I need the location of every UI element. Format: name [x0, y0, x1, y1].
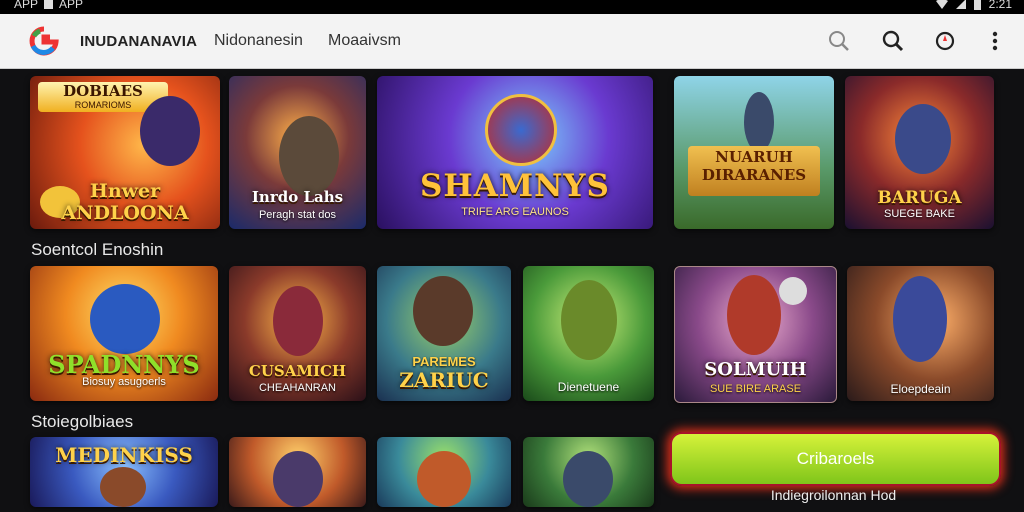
card-subtitle: PAREMES [412, 354, 476, 369]
card-subtitle: SUEGE BAKE [884, 208, 955, 220]
card-subtitle: SUE BIRE ARASE [709, 383, 802, 395]
card-title: Eloepdeain [890, 382, 951, 396]
card-title: SHAMNYS [420, 168, 610, 204]
game-card[interactable]: CUSAMICH CHEAHANRAN [229, 266, 366, 401]
card-subtitle: Peragh stat dos [258, 209, 337, 221]
game-card[interactable]: DOBIAES ROMARIOMS Hnwer ANDLOONA [30, 76, 220, 229]
character-art [561, 280, 617, 360]
game-card[interactable]: MEDINKISS [30, 437, 218, 507]
character-art [90, 284, 160, 354]
character-art [140, 96, 200, 166]
card-title: CUSAMICH [248, 362, 347, 380]
character-art [727, 275, 781, 355]
cta-caption: Indiegroilonnan Hod [770, 487, 897, 503]
character-art [100, 467, 146, 507]
game-card[interactable] [377, 437, 511, 507]
game-card[interactable]: BARUGA SUEGE BAKE [845, 76, 994, 229]
signal-icon [955, 0, 966, 9]
card-title: MEDINKISS [55, 443, 193, 467]
game-card[interactable]: Eloepdeain [847, 266, 994, 401]
ball-art [779, 277, 807, 305]
game-card[interactable]: Dienetuene [523, 266, 654, 401]
search-icon[interactable] [826, 28, 852, 54]
status-bar: APP APP 2:21 [0, 0, 1024, 14]
card-title: Hnwer ANDLOONA [61, 180, 189, 224]
card-title: SOLMUIH [704, 359, 807, 380]
character-art [895, 104, 951, 174]
wifi-icon [935, 0, 948, 9]
notification-icon [44, 0, 54, 9]
compass-icon[interactable] [932, 28, 958, 54]
game-card[interactable]: PAREMES ZARIUC [377, 266, 511, 401]
game-card[interactable]: SOLMUIH SUE BIRE ARASE [674, 266, 837, 403]
card-subtitle: TRIFE ARG EAUNOS [461, 206, 569, 218]
character-art [273, 451, 323, 507]
search-icon-2[interactable] [880, 28, 906, 54]
card-title: SPADNNYS [48, 350, 200, 379]
tab-first[interactable]: Nidonanesin [214, 32, 303, 50]
status-app-label-2: APP [59, 0, 84, 11]
character-art [413, 276, 473, 346]
card-subtitle: CHEAHANRAN [258, 382, 336, 394]
card-banner-title: DOBIAES [63, 82, 143, 100]
game-card[interactable]: NUARUH DIRARANES [674, 76, 834, 229]
app-logo-icon[interactable] [28, 26, 60, 56]
status-time: 2:21 [988, 0, 1012, 11]
game-card[interactable]: SPADNNYS Biosuy asugoerls [30, 266, 218, 401]
app-title: INUDANANAVIA [80, 33, 198, 50]
battery-icon [973, 0, 981, 10]
app-bar: INUDANANAVIA Nidonanesin Moaaivsm [0, 14, 1024, 69]
character-art [273, 286, 323, 356]
game-card[interactable]: SHAMNYS TRIFE ARG EAUNOS [377, 76, 653, 229]
card-title: ZARIUC [399, 368, 489, 392]
game-card[interactable] [229, 437, 366, 507]
card-subtitle: Biosuy asugoerls [82, 376, 166, 388]
card-title: Dienetuene [557, 380, 620, 394]
shield-art [485, 94, 557, 166]
primary-cta-button[interactable]: Cribaroels [670, 432, 1001, 486]
character-art [563, 451, 613, 507]
more-menu-icon[interactable] [982, 28, 1008, 54]
character-art [417, 451, 471, 507]
status-app-label: APP [14, 0, 39, 11]
game-card[interactable]: Inrdo Lahs Peragh stat dos [229, 76, 366, 229]
character-art [893, 276, 947, 362]
tab-second[interactable]: Moaaivsm [328, 32, 401, 50]
card-title: NUARUH DIRARANES [701, 148, 807, 184]
card-title: Inrdo Lahs [251, 188, 344, 206]
character-art [279, 116, 339, 196]
section-heading: Soentcol Enoshin [31, 240, 164, 259]
section-heading: Stoiegolbiaes [31, 412, 134, 431]
character-art [744, 92, 774, 152]
game-card[interactable] [523, 437, 654, 507]
card-title: BARUGA [877, 188, 962, 208]
